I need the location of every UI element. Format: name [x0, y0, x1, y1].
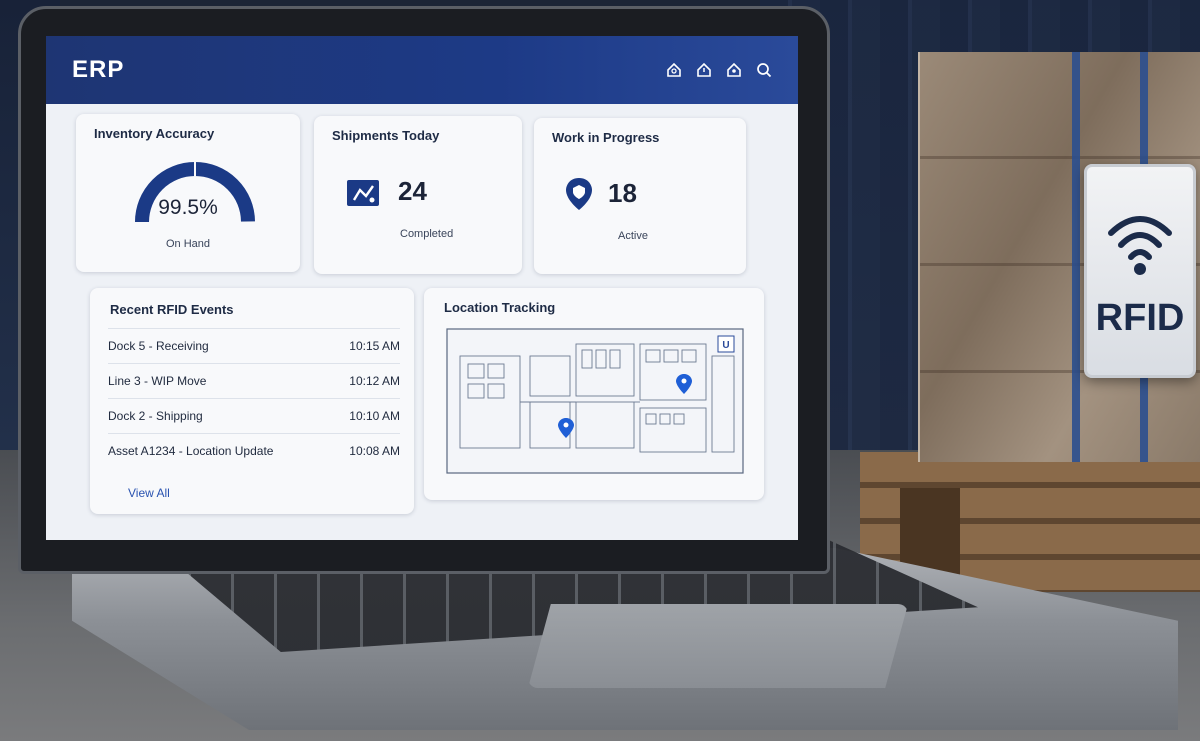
svg-text:U: U [722, 340, 729, 351]
map-icon [347, 180, 379, 206]
view-all-link[interactable]: View All [128, 486, 170, 500]
shipments-today-card[interactable]: Shipments Today 24 Completed [314, 116, 522, 274]
home-alert-icon[interactable] [696, 62, 712, 78]
wifi-icon [1108, 215, 1172, 275]
home-icon[interactable] [666, 62, 682, 78]
card-title: Work in Progress [552, 130, 660, 145]
event-time: 10:12 AM [349, 374, 400, 388]
top-bar: ERP [46, 36, 798, 104]
shipments-label: Completed [400, 228, 454, 240]
app-title: ERP [72, 56, 125, 83]
pallet-strap [1072, 52, 1080, 462]
laptop-trackpad [528, 604, 908, 688]
work-in-progress-card[interactable]: Work in Progress 18 Active [534, 118, 746, 274]
inventory-accuracy-card[interactable]: Inventory Accuracy 99.5% On Hand [76, 114, 300, 272]
list-item[interactable]: Dock 2 - Shipping 10:10 AM [108, 398, 400, 433]
rfid-tag-label: RFID [1095, 296, 1185, 339]
event-name: Asset A1234 - Location Update [108, 444, 274, 458]
event-time: 10:15 AM [349, 339, 400, 353]
wip-value: 18 [608, 178, 637, 208]
search-icon[interactable] [756, 62, 772, 78]
list-item[interactable]: Asset A1234 - Location Update 10:08 AM [108, 433, 400, 468]
event-name: Dock 5 - Receiving [108, 339, 209, 353]
accuracy-label: On Hand [165, 238, 211, 250]
wip-label: Active [618, 230, 648, 242]
event-name: Line 3 - WIP Move [108, 374, 207, 388]
card-title: Location Tracking [444, 300, 556, 315]
list-item[interactable]: Line 3 - WIP Move 10:12 AM [108, 363, 400, 398]
shipments-value: 24 [398, 176, 427, 206]
event-time: 10:08 AM [349, 444, 400, 458]
location-tracking-card: Location Tracking U [424, 288, 764, 500]
event-time: 10:10 AM [349, 409, 400, 423]
location-shield-icon [566, 178, 592, 210]
header-actions [666, 62, 772, 78]
recent-rfid-events-card: Recent RFID Events Dock 5 - Receiving 10… [90, 288, 414, 514]
card-title: Inventory Accuracy [94, 126, 215, 141]
rfid-tag: RFID [1084, 164, 1196, 378]
card-title: Shipments Today [332, 128, 440, 143]
erp-dashboard-screen: ERP Inventory Accuracy 99.5% On Hand Shi… [46, 36, 798, 540]
floor-plan-map[interactable]: U [446, 328, 744, 474]
home-user-icon[interactable] [726, 62, 742, 78]
event-name: Dock 2 - Shipping [108, 409, 203, 423]
list-item[interactable]: Dock 5 - Receiving 10:15 AM [108, 328, 400, 363]
event-list: Dock 5 - Receiving 10:15 AM Line 3 - WIP… [108, 328, 400, 468]
accuracy-value: 99.5% [158, 196, 218, 219]
card-title: Recent RFID Events [110, 302, 234, 317]
